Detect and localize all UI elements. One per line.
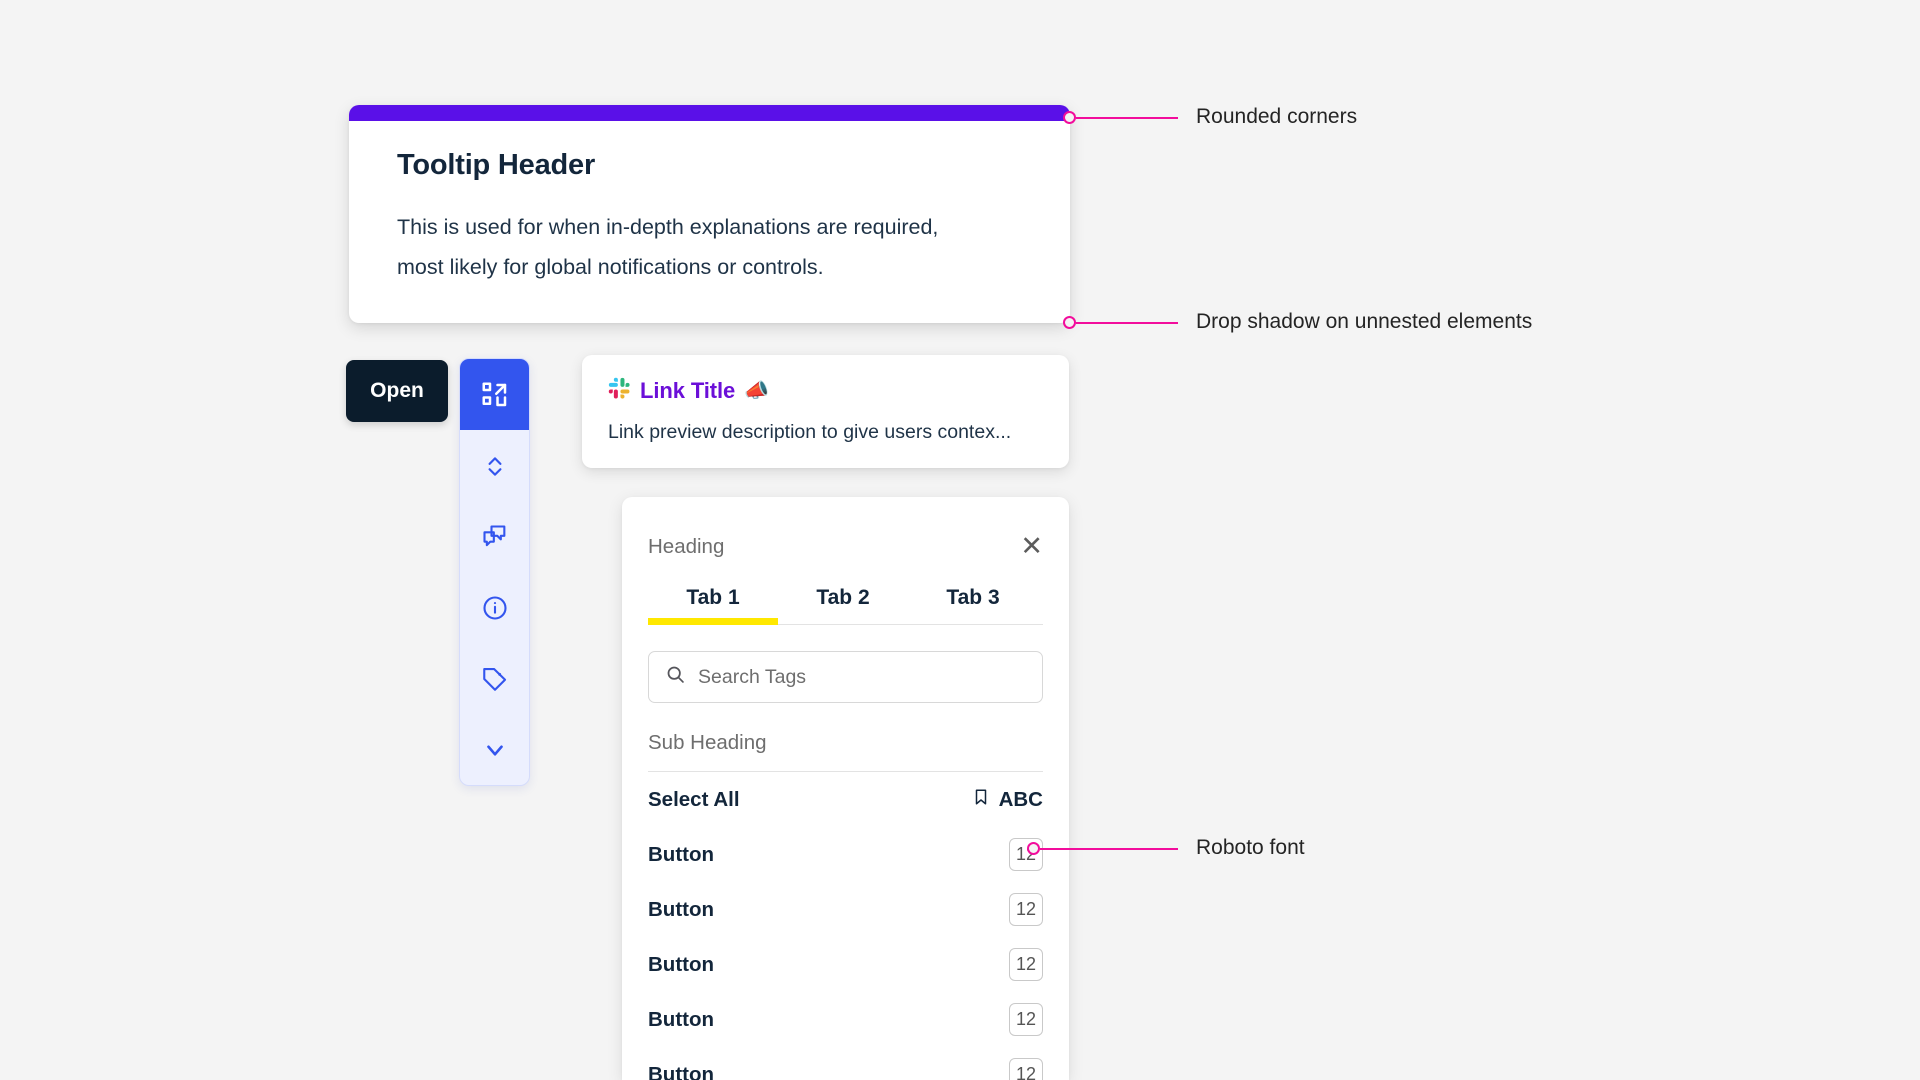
- tags-panel: Heading ✕ Tab 1 Tab 2 Tab 3 Search Tags …: [622, 497, 1069, 1080]
- tab-3-active-underline: [908, 618, 1038, 625]
- annotation-label: Drop shadow on unnested elements: [1196, 310, 1533, 333]
- annotation-line: [1076, 117, 1178, 119]
- sort-abc-label: ABC: [998, 787, 1043, 811]
- select-all-row[interactable]: Select All ABC: [648, 772, 1043, 827]
- panel-header: Heading ✕: [622, 497, 1069, 560]
- row-label: Button: [648, 842, 715, 866]
- link-preview-card[interactable]: Link Title 📣 Link preview description to…: [582, 355, 1069, 468]
- link-preview-title: Link Title: [640, 378, 736, 403]
- open-button[interactable]: Open: [346, 360, 448, 422]
- table-row[interactable]: Button 12: [648, 882, 1043, 937]
- tab-3-label: Tab 3: [946, 586, 1000, 609]
- count-badge: 12: [1008, 1003, 1043, 1036]
- info-circle-icon: [481, 594, 509, 622]
- annotation-dot: [1063, 111, 1076, 124]
- annotation-line: [1076, 322, 1178, 324]
- count-badge: 12: [1008, 1058, 1043, 1080]
- select-all-label: Select All: [648, 787, 740, 811]
- tab-3[interactable]: Tab 3: [908, 586, 1038, 624]
- slack-icon: [608, 377, 631, 405]
- bookmark-icon: [972, 787, 990, 812]
- annotation-label: Rounded corners: [1196, 105, 1358, 128]
- search-tags-box[interactable]: [648, 651, 1043, 703]
- count-badge: 12: [1008, 948, 1043, 981]
- tooltip-accent-bar: [349, 105, 1070, 121]
- row-label: Button: [648, 1062, 715, 1080]
- tag-icon: [481, 665, 509, 693]
- annotation-dot: [1027, 842, 1040, 855]
- rail-item-tag[interactable]: [460, 643, 529, 714]
- tab-1[interactable]: Tab 1: [648, 586, 778, 625]
- table-row[interactable]: Button 12: [648, 1047, 1043, 1080]
- chat-bubbles-icon: [481, 523, 509, 551]
- tooltip-description: This is used for when in-depth explanati…: [397, 207, 1022, 287]
- annotation-label: Roboto font: [1196, 836, 1305, 859]
- rail-item-comments[interactable]: [460, 501, 529, 572]
- search-tags-input[interactable]: [698, 665, 1026, 689]
- tab-1-label: Tab 1: [686, 586, 740, 609]
- sub-heading: Sub Heading: [648, 731, 767, 754]
- rail-item-collapse[interactable]: [460, 714, 529, 785]
- tab-1-active-underline: [648, 618, 778, 625]
- tab-2-label: Tab 2: [816, 586, 870, 609]
- tooltip-body: Tooltip Header This is used for when in-…: [349, 121, 1070, 287]
- row-label: Button: [648, 897, 715, 921]
- table-row[interactable]: Button 12: [648, 992, 1043, 1047]
- search-icon: [665, 664, 686, 690]
- tooltip-description-line-2: most likely for global notifications or …: [397, 255, 824, 279]
- table-row[interactable]: Button 12: [648, 827, 1043, 882]
- icon-rail: [459, 358, 530, 786]
- tab-2-active-underline: [778, 618, 908, 625]
- panel-tabs: Tab 1 Tab 2 Tab 3: [648, 586, 1043, 625]
- close-icon[interactable]: ✕: [1020, 533, 1043, 560]
- sort-updown-icon: [482, 453, 508, 479]
- design-spec-canvas: Tooltip Header This is used for when in-…: [0, 0, 1920, 1080]
- rail-item-sort[interactable]: [460, 430, 529, 501]
- row-label: Button: [648, 1007, 715, 1031]
- annotation-line: [1040, 848, 1178, 850]
- panel-heading: Heading: [648, 534, 725, 558]
- megaphone-icon: 📣: [744, 380, 770, 402]
- rail-item-info[interactable]: [460, 572, 529, 643]
- tooltip-title: Tooltip Header: [397, 149, 596, 181]
- chevron-down-icon: [482, 737, 508, 763]
- count-badge: 12: [1008, 893, 1043, 926]
- select-all-right[interactable]: ABC: [972, 787, 1043, 812]
- expand-icon: [480, 380, 510, 410]
- link-preview-description: Link preview description to give users c…: [608, 421, 1012, 443]
- tooltip-card: Tooltip Header This is used for when in-…: [349, 105, 1070, 323]
- tooltip-description-line-1: This is used for when in-depth explanati…: [397, 215, 939, 239]
- rail-item-expand[interactable]: [460, 359, 529, 430]
- tab-2[interactable]: Tab 2: [778, 586, 908, 624]
- annotation-dot: [1063, 316, 1076, 329]
- link-preview-header: Link Title 📣: [608, 377, 1043, 405]
- table-row[interactable]: Button 12: [648, 937, 1043, 992]
- row-label: Button: [648, 952, 715, 976]
